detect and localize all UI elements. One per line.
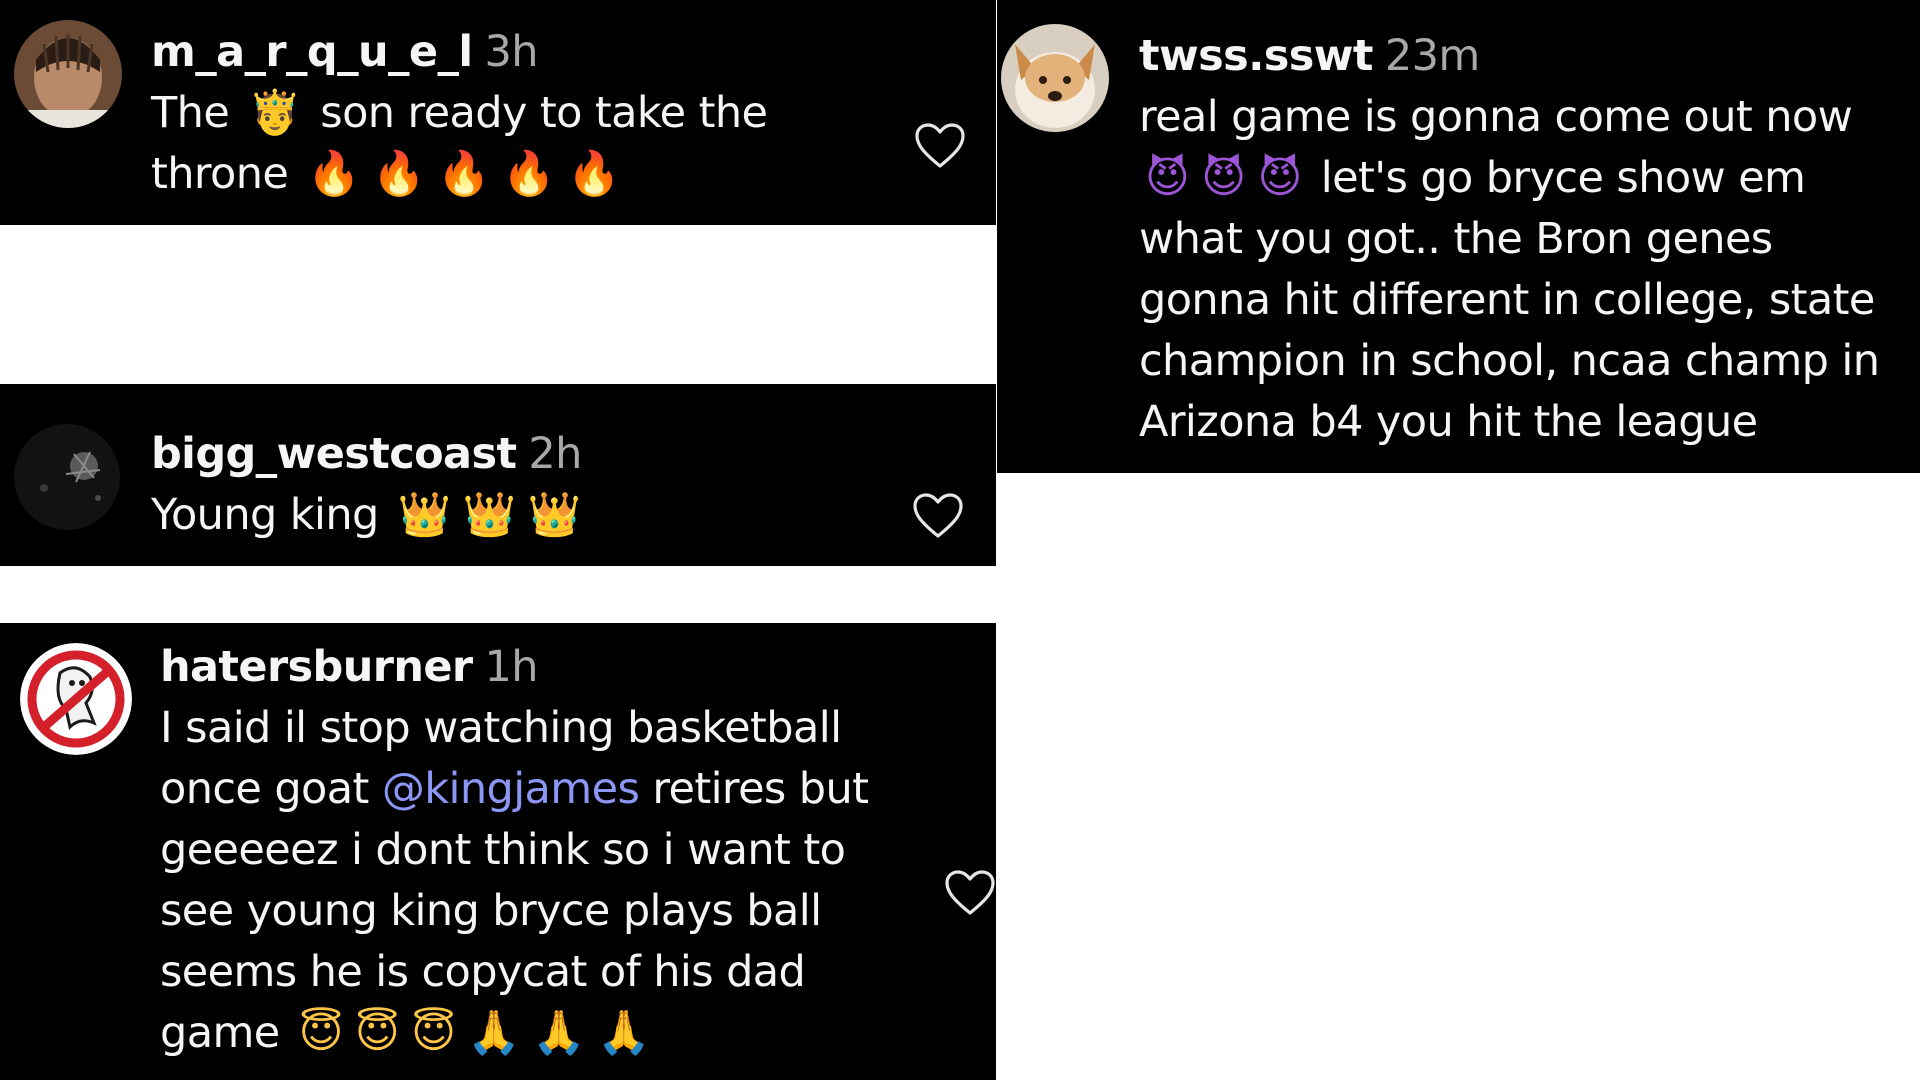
timestamp[interactable]: 1h — [485, 642, 539, 692]
comment-text-line: The 🤴 son ready to take the — [151, 83, 951, 144]
heart-outline-icon — [945, 870, 995, 915]
comment-text-line: Young king 👑 👑 👑 — [151, 485, 951, 546]
smiling-devil-emoji: 😈 — [1145, 153, 1190, 203]
comment-text: son ready to take the — [307, 88, 768, 138]
comment-text: game — [160, 1008, 280, 1058]
crown-emoji: 👑 — [397, 490, 452, 540]
comment-text: let's go bryce show em — [1320, 153, 1806, 203]
avatar[interactable] — [1001, 24, 1109, 132]
comment-text-line: Arizona b4 you hit the league — [1139, 397, 1758, 447]
comment-text-line: I said il stop watching basketball — [160, 703, 842, 753]
timestamp[interactable]: 23m — [1385, 31, 1480, 81]
username[interactable]: hatersburner — [160, 642, 473, 692]
mention-link[interactable]: @kingjames — [382, 764, 640, 814]
smiling-devil-emoji: 😈 — [1201, 153, 1246, 203]
heart-outline-icon — [913, 493, 963, 538]
comment-text-line: geeeeez i dont think so i want to — [160, 825, 846, 875]
comment-text-line: seems he is copycat of his dad — [160, 947, 806, 997]
crown-emoji: 👑 — [527, 490, 582, 540]
comment-text: retires but — [639, 764, 869, 814]
fire-emoji: 🔥 — [372, 149, 426, 199]
fire-emoji: 🔥 — [307, 149, 361, 199]
smiling-devil-emoji: 😈 — [1257, 153, 1302, 203]
avatar[interactable] — [14, 424, 120, 530]
comment-body: twss.sswt 23m real game is gonna come out… — [1139, 26, 1909, 453]
praying-hands-emoji: 🙏 — [467, 1008, 521, 1058]
comment-card-marquel: m_a_r_q_u_e_l 3h The 🤴 son ready to take … — [0, 0, 996, 225]
comment-text-line: once goat @kingjames retires but — [160, 759, 920, 820]
timestamp[interactable]: 2h — [528, 429, 582, 479]
comment-card-hatersburner: hatersburner 1h I said il stop watching b… — [0, 623, 996, 1080]
comment-header: bigg_westcoast 2h — [151, 424, 951, 485]
comment-card-bigg-westcoast: bigg_westcoast 2h Young king 👑 👑 👑 — [0, 384, 996, 566]
smiling-face-halo-emoji: 😇 — [298, 1008, 344, 1058]
comment-text: once goat — [160, 764, 382, 814]
comment-text-line: see young king bryce plays ball — [160, 886, 822, 936]
username[interactable]: bigg_westcoast — [151, 429, 517, 479]
crown-emoji: 👑 — [462, 490, 517, 540]
comment-header: twss.sswt 23m — [1139, 26, 1909, 87]
username[interactable]: twss.sswt — [1139, 31, 1373, 81]
comment-text-line: game 😇 😇 😇 🙏 🙏 🙏 — [160, 1003, 920, 1064]
comment-header: m_a_r_q_u_e_l 3h — [151, 22, 951, 83]
comment-text-line: throne 🔥 🔥 🔥 🔥 🔥 — [151, 144, 951, 205]
timestamp[interactable]: 3h — [485, 27, 539, 77]
comment-text-line: what you got.. the Bron genes — [1139, 214, 1773, 264]
like-button[interactable] — [912, 492, 964, 540]
comment-header: hatersburner 1h — [160, 637, 920, 698]
comment-body: hatersburner 1h I said il stop watching b… — [160, 637, 920, 1064]
prince-emoji: 🤴 — [248, 88, 302, 138]
comment-text: Young king — [151, 490, 379, 540]
praying-hands-emoji: 🙏 — [597, 1008, 651, 1058]
avatar[interactable] — [20, 643, 132, 755]
fire-emoji: 🔥 — [437, 149, 491, 199]
praying-hands-emoji: 🙏 — [532, 1008, 586, 1058]
comment-body: m_a_r_q_u_e_l 3h The 🤴 son ready to take … — [151, 22, 951, 205]
comment-text-line: champion in school, ncaa champ in — [1139, 336, 1880, 386]
comment-text: throne — [151, 149, 302, 199]
smiling-face-halo-emoji: 😇 — [354, 1008, 400, 1058]
like-button[interactable] — [944, 869, 996, 917]
username[interactable]: m_a_r_q_u_e_l — [151, 27, 473, 77]
smiling-face-halo-emoji: 😇 — [411, 1008, 456, 1058]
comments-screenshot-collage: m_a_r_q_u_e_l 3h The 🤴 son ready to take … — [0, 0, 1920, 1080]
comment-text-line: 😈 😈 😈 let's go bryce show em — [1139, 148, 1909, 209]
comment-card-twss-sswt: twss.sswt 23m real game is gonna come out… — [997, 0, 1920, 473]
comment-text: The — [151, 88, 243, 138]
like-button[interactable] — [914, 122, 966, 170]
comment-body: bigg_westcoast 2h Young king 👑 👑 👑 — [151, 424, 951, 546]
comment-text-line: real game is gonna come out now — [1139, 92, 1853, 142]
heart-outline-icon — [915, 123, 965, 168]
fire-emoji: 🔥 — [567, 149, 621, 199]
comment-text-line: gonna hit different in college, state — [1139, 275, 1875, 325]
avatar[interactable] — [14, 20, 122, 128]
fire-emoji: 🔥 — [502, 149, 556, 199]
